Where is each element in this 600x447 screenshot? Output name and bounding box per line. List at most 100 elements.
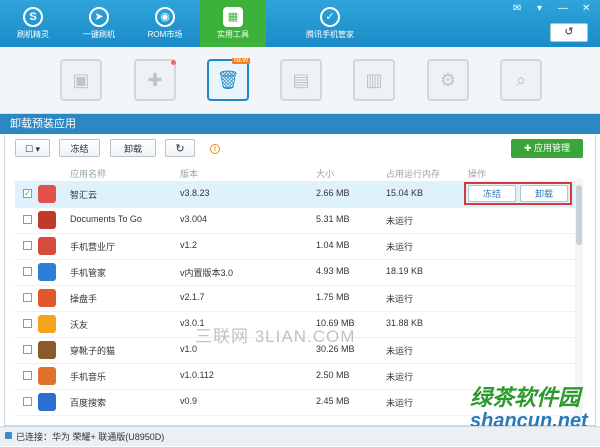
- top-navigation-bar: S 刷机精灵 ➤ 一键刷机 ◉ ROM市场 ▦ 实用工具 ✓ 腾讯手机管家 ✉ …: [0, 0, 600, 47]
- row-checkbox[interactable]: [23, 345, 32, 354]
- app-memory: 未运行: [386, 346, 414, 356]
- row-checkbox[interactable]: [23, 241, 32, 250]
- puzzle-icon: ✚: [523, 143, 535, 153]
- app-icon: [38, 367, 56, 385]
- refresh-button[interactable]: ↺: [550, 23, 588, 42]
- app-name: Documents To Go: [70, 214, 142, 224]
- table-header: 应用名称 版本 大小 占用运行内存 操作: [15, 165, 580, 179]
- app-name: 手机营业厅: [70, 242, 116, 252]
- row-checkbox[interactable]: [23, 319, 32, 328]
- tab-rom-market[interactable]: ◉ ROM市场: [132, 0, 198, 47]
- app-size: 5.31 MB: [316, 214, 350, 224]
- app-version: v1.2: [180, 240, 198, 250]
- shield-icon: ✓: [320, 7, 340, 27]
- connection-icon: [5, 432, 12, 439]
- grid-icon: ▦: [223, 7, 243, 27]
- mail-icon[interactable]: ✉: [513, 3, 521, 14]
- app-icon: [38, 341, 56, 359]
- app-memory: 15.04 KB: [386, 188, 424, 198]
- tool-uninstall-trash-icon[interactable]: 🗑: [207, 59, 249, 101]
- app-icon: [38, 289, 56, 307]
- tool-file-icon[interactable]: ▥: [353, 59, 395, 101]
- header-name: 应用名称: [70, 169, 107, 179]
- header-mem: 占用运行内存: [386, 169, 441, 179]
- select-all-dropdown[interactable]: ☐ ▾: [15, 139, 50, 157]
- app-size: 1.04 MB: [316, 240, 350, 250]
- app-version: v2.1.7: [180, 292, 205, 302]
- app-manage-button[interactable]: ✚ 应用管理: [511, 139, 583, 158]
- app-name: 穿靴子的猫: [70, 346, 116, 356]
- app-size: 2.50 MB: [316, 370, 350, 380]
- app-size: 4.93 MB: [316, 266, 350, 276]
- status-bar: 已连接：华为 荣耀+ 联通版(U8950D): [0, 426, 600, 446]
- app-icon: [38, 185, 56, 203]
- app-memory: 未运行: [386, 294, 414, 304]
- app-version: v3.004: [180, 214, 208, 224]
- header-size: 大小: [316, 169, 335, 179]
- tab-tencent-manager[interactable]: ✓ 腾讯手机管家: [290, 0, 370, 47]
- row-checkbox[interactable]: [23, 371, 32, 380]
- app-size: 2.45 MB: [316, 396, 350, 406]
- app-size: 1.75 MB: [316, 292, 350, 302]
- robot-icon: ◉: [155, 7, 175, 27]
- warning-icon[interactable]: !: [210, 144, 220, 154]
- tool-settings-icon[interactable]: ⚙: [427, 59, 469, 101]
- section-title: 卸载预装应用: [0, 114, 600, 134]
- app-icon: [38, 263, 56, 281]
- app-icon: [38, 315, 56, 333]
- notification-dot: [171, 60, 176, 65]
- tab-one-click-flash[interactable]: ➤ 一键刷机: [66, 0, 132, 47]
- app-icon: [38, 211, 56, 229]
- app-name: 沃友: [70, 320, 89, 330]
- row-freeze-button[interactable]: 冻结: [468, 185, 516, 202]
- app-version: v0.9: [180, 396, 198, 406]
- app-icon: [38, 237, 56, 255]
- list-refresh-button[interactable]: ↻: [165, 139, 195, 157]
- app-name: 智汇云: [70, 190, 98, 200]
- row-checkbox[interactable]: [23, 397, 32, 406]
- app-name: 手机音乐: [70, 372, 107, 382]
- app-name: 操盘手: [70, 294, 98, 304]
- cursor-icon: ➤: [89, 7, 109, 27]
- row-checkbox[interactable]: [23, 267, 32, 276]
- uninstall-button[interactable]: 卸载: [110, 139, 156, 157]
- table-row[interactable]: Documents To Go v3.004 5.31 MB 未运行: [15, 207, 580, 234]
- scrollbar-thumb[interactable]: [576, 185, 582, 245]
- tab-shuaji-jingling[interactable]: S 刷机精灵: [0, 0, 66, 47]
- tab-utility-tools[interactable]: ▦ 实用工具: [200, 0, 266, 47]
- tool-documents-icon[interactable]: ▤: [280, 59, 322, 101]
- app-memory: 未运行: [386, 372, 414, 382]
- header-version: 版本: [180, 169, 199, 179]
- freeze-button[interactable]: 冻结: [59, 139, 100, 157]
- app-name: 百度搜索: [70, 398, 107, 408]
- app-memory: 18.19 KB: [386, 266, 424, 276]
- row-checkbox[interactable]: [23, 293, 32, 302]
- app-name: 手机管家: [70, 268, 107, 278]
- app-version: v内置版本3.0: [180, 268, 234, 278]
- table-row[interactable]: 手机管家 v内置版本3.0 4.93 MB 18.19 KB: [15, 259, 580, 286]
- close-button[interactable]: ✕: [582, 3, 590, 14]
- tool-inbox-icon[interactable]: ▣: [60, 59, 102, 101]
- app-icon: [38, 393, 56, 411]
- app-size: 2.66 MB: [316, 188, 350, 198]
- app-memory: 未运行: [386, 398, 414, 408]
- table-row[interactable]: 手机营业厅 v1.2 1.04 MB 未运行: [15, 233, 580, 260]
- app-memory: 31.88 KB: [386, 318, 424, 328]
- watermark-brand-cn: 绿茶软件园: [470, 385, 581, 410]
- app-memory: 未运行: [386, 242, 414, 252]
- table-row[interactable]: 操盘手 v2.1.7 1.75 MB 未运行: [15, 285, 580, 312]
- header-op: 操作: [468, 169, 487, 179]
- app-version: v1.0.112: [180, 370, 214, 380]
- tool-strip: ▣ ✚ 🗑 ▤ ▥ ⚙ ⌕: [0, 47, 600, 114]
- watermark-3lian: 三联网 3LIAN.COM: [195, 327, 356, 346]
- s-logo-icon: S: [23, 7, 43, 27]
- row-checkbox[interactable]: ✓: [23, 189, 32, 198]
- new-badge: NEW: [232, 58, 250, 64]
- row-checkbox[interactable]: [23, 215, 32, 224]
- tool-search-icon[interactable]: ⌕: [500, 59, 542, 101]
- app-version: v3.8.23: [180, 188, 210, 198]
- row-uninstall-button[interactable]: 卸载: [520, 185, 568, 202]
- minimize-button[interactable]: —: [558, 3, 568, 14]
- tool-puzzle-icon[interactable]: ✚: [134, 59, 176, 101]
- menu-dropdown-icon[interactable]: ▾: [537, 3, 542, 14]
